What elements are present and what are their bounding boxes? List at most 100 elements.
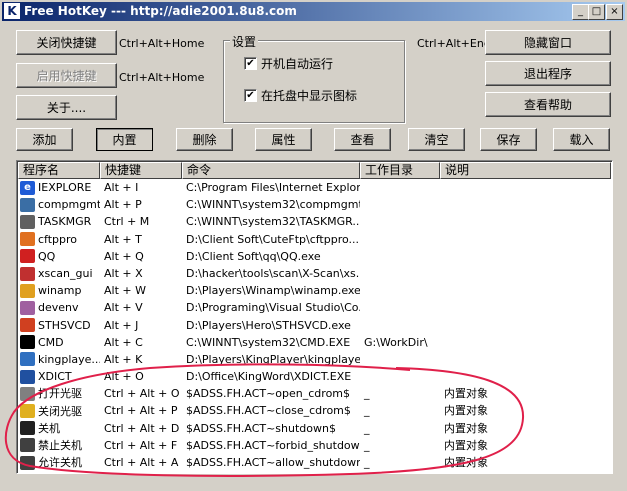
cell-command: D:\Client Soft\qq\QQ.exe <box>186 249 321 263</box>
autostart-checkbox[interactable]: ✔ 开机自动运行 <box>244 55 333 72</box>
cell-workdir <box>360 248 440 265</box>
hide-window-button[interactable]: 隐藏窗口 <box>485 30 611 55</box>
cell-command: $ADSS.FH.ACT~allow_shutdown$ <box>186 456 360 469</box>
column-header-hotkey[interactable]: 快捷键 <box>100 162 182 179</box>
program-name: 关机 <box>38 421 60 435</box>
cell-program-name: XDICT <box>18 368 100 385</box>
cell-description <box>440 299 611 316</box>
close-button[interactable]: × <box>606 4 623 20</box>
cell-hotkey: Ctrl + M <box>104 215 150 229</box>
cell-command: D:\Players\Winamp\winamp.exe <box>186 284 360 298</box>
table-row[interactable]: 允许关机 Ctrl + Alt + A $ADSS.FH.ACT~allow_shu… <box>18 454 611 471</box>
table-row[interactable]: CMD Alt + C C:\WINNT\system32\CMD.EXE G:\Wo… <box>18 334 611 351</box>
exit-program-button[interactable]: 退出程序 <box>485 61 611 86</box>
table-row[interactable]: STHSVCD Alt + J D:\Players\Hero\STHSVCD.ex… <box>18 317 611 334</box>
title-bar[interactable]: K Free HotKey --- http://adie2001.8u8.co… <box>2 2 625 21</box>
cell-program-name: xscan_gui <box>18 265 100 282</box>
cell-workdir <box>360 179 440 196</box>
cell-hotkey: Alt + V <box>104 301 143 315</box>
enable-hotkey-button[interactable]: 启用快捷键 <box>16 63 117 88</box>
column-header-workdir[interactable]: 工作目录 <box>360 162 440 179</box>
cell-command: D:\Players\KingPlayer\kingplaye... <box>186 352 360 366</box>
cell-program-name: compmgmt <box>18 196 100 213</box>
clear-button[interactable]: 清空 <box>408 128 465 151</box>
cell-description <box>440 213 611 230</box>
app-window: K Free HotKey --- http://adie2001.8u8.co… <box>0 0 627 491</box>
forbid-shutdown-icon <box>20 438 35 453</box>
settings-group: 设置 ✔ 开机自动运行 ✔ 在托盘中显示图标 <box>223 33 405 123</box>
program-name: STHSVCD <box>38 318 91 332</box>
disable-hotkey-shortcut: Ctrl+Alt+Home <box>119 37 205 50</box>
cell-program-name: winamp <box>18 282 100 299</box>
cell-hotkey: Alt + X <box>104 266 143 280</box>
kingplayer-icon <box>20 352 35 367</box>
table-row[interactable]: 关机 Ctrl + Alt + D $ADSS.FH.ACT~shutdown$ _ 内… <box>18 420 611 437</box>
table-row[interactable]: 打开光驱 Ctrl + Alt + O $ADSS.FH.ACT~open_cdro… <box>18 385 611 402</box>
about-button[interactable]: 关于.... <box>16 95 117 120</box>
properties-button[interactable]: 属性 <box>255 128 312 151</box>
table-row[interactable]: TASKMGR Ctrl + M C:\WINNT\system32\TASKMGR… <box>18 213 611 230</box>
cell-description <box>440 196 611 213</box>
cell-workdir <box>360 196 440 213</box>
cuteftp-icon <box>20 232 35 247</box>
table-row[interactable]: compmgmt Alt + P C:\WINNT\system32\compmgm… <box>18 196 611 213</box>
cell-hotkey: Alt + Q <box>104 249 144 263</box>
cell-description <box>440 334 611 351</box>
cell-program-name: devenv <box>18 299 100 316</box>
table-row[interactable]: 关闭光驱 Ctrl + Alt + P $ADSS.FH.ACT~close_cdr… <box>18 402 611 419</box>
load-button[interactable]: 载入 <box>553 128 610 151</box>
cell-hotkey: Alt + W <box>104 284 146 298</box>
table-row[interactable]: devenv Alt + V D:\Programing\Visual Studio… <box>18 299 611 316</box>
table-row[interactable]: winamp Alt + W D:\Players\Winamp\winamp.ex… <box>18 282 611 299</box>
minimize-button[interactable]: _ <box>572 4 589 20</box>
tray-icon-checkbox[interactable]: ✔ 在托盘中显示图标 <box>244 87 357 104</box>
program-name: 允许关机 <box>38 456 82 470</box>
table-row[interactable]: 禁止关机 Ctrl + Alt + F $ADSS.FH.ACT~forbid_sh… <box>18 437 611 454</box>
view-button[interactable]: 查看 <box>334 128 391 151</box>
column-header-program[interactable]: 程序名 <box>18 162 100 179</box>
autostart-label: 开机自动运行 <box>261 57 334 71</box>
cell-workdir <box>360 351 440 368</box>
cell-description <box>440 248 611 265</box>
cell-program-name: 关机 <box>18 420 100 437</box>
table-row[interactable]: QQ Alt + Q D:\Client Soft\qq\QQ.exe <box>18 248 611 265</box>
cell-description <box>440 368 611 385</box>
cell-program-name: 允许关机 <box>18 454 100 471</box>
command-prompt-icon <box>20 335 35 350</box>
add-button[interactable]: 添加 <box>16 128 73 151</box>
hero-player-icon <box>20 318 35 333</box>
autostart-check-icon: ✔ <box>244 57 257 70</box>
cell-description: 内置对象 <box>444 404 488 418</box>
table-row[interactable]: e IEXPLORE Alt + I C:\Program Files\Interne… <box>18 179 611 196</box>
cell-hotkey: Ctrl + Alt + D <box>104 421 180 435</box>
cell-command: $ADSS.FH.ACT~open_cdrom$ <box>186 387 351 401</box>
table-row[interactable]: kingplaye... Alt + K D:\Players\KingPlayer… <box>18 351 611 368</box>
cell-program-name: CMD <box>18 334 100 351</box>
cell-workdir <box>360 368 440 385</box>
maximize-button[interactable]: □ <box>588 4 605 20</box>
disable-hotkey-button[interactable]: 关闭快捷键 <box>16 30 117 55</box>
window-title: Free HotKey --- http://adie2001.8u8.com <box>24 4 297 18</box>
cell-description <box>440 179 611 196</box>
visual-studio-icon <box>20 300 35 315</box>
cell-hotkey: Alt + I <box>104 181 139 194</box>
table-row[interactable]: cftppro Alt + T D:\Client Soft\CuteFtp\cft… <box>18 231 611 248</box>
table-row[interactable]: XDICT Alt + O D:\Office\KingWord\XDICT.EXE <box>18 368 611 385</box>
cell-workdir <box>360 213 440 230</box>
allow-shutdown-icon <box>20 455 35 470</box>
delete-button[interactable]: 删除 <box>176 128 233 151</box>
table-row[interactable]: xscan_gui Alt + X D:\hacker\tools\scan\X-S… <box>18 265 611 282</box>
builtin-button[interactable]: 内置 <box>96 128 153 151</box>
list-header: 程序名 快捷键 命令 工作目录 说明 <box>18 162 611 179</box>
view-help-button[interactable]: 查看帮助 <box>485 92 611 117</box>
cell-workdir: _ <box>364 421 370 435</box>
save-button[interactable]: 保存 <box>480 128 537 151</box>
cell-workdir <box>360 299 440 316</box>
cell-command: $ADSS.FH.ACT~shutdown$ <box>186 421 336 435</box>
column-header-command[interactable]: 命令 <box>182 162 360 179</box>
xdict-icon <box>20 369 35 384</box>
hotkey-list[interactable]: 程序名 快捷键 命令 工作目录 说明 e IEXPLORE Alt + I C:\Pr… <box>16 160 613 474</box>
column-header-description[interactable]: 说明 <box>440 162 611 179</box>
cell-description: 内置对象 <box>444 456 488 469</box>
program-name: 打开光驱 <box>38 387 82 401</box>
